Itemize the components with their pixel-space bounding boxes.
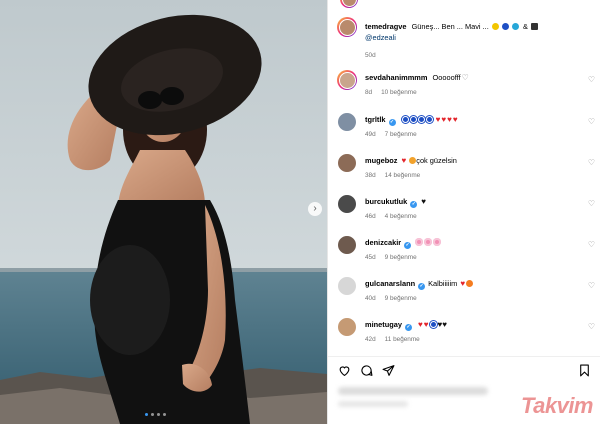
white-heart-emoji: ♡ — [461, 73, 469, 82]
red-heart-emoji: ♥ — [447, 115, 452, 124]
carousel-dots — [145, 413, 166, 416]
flower-emoji — [415, 238, 424, 246]
red-heart-emoji: ♥ — [460, 279, 466, 288]
heart-icon[interactable]: ♡ — [588, 282, 595, 290]
comment-likes[interactable]: 7 beğenme — [385, 131, 417, 138]
comment-username[interactable]: gulcanarslann — [365, 279, 415, 288]
comment-username[interactable]: minetugay — [365, 320, 402, 329]
caption-username[interactable]: temedragve — [365, 22, 407, 31]
action-bar: Takvim — [328, 356, 600, 424]
verified-icon: ✓ — [418, 283, 426, 290]
caption-mention[interactable]: @edzeali — [365, 33, 396, 42]
nazar-emoji — [409, 116, 417, 123]
bookmark-icon[interactable] — [578, 364, 591, 377]
sun-emoji — [491, 23, 499, 30]
comment-likes[interactable]: 9 beğenme — [385, 295, 417, 302]
red-heart-emoji: ♥ — [423, 320, 429, 329]
avatar[interactable] — [337, 276, 357, 296]
heart-icon[interactable]: ♡ — [588, 159, 595, 167]
comment-username[interactable]: sevdahanimmmm — [365, 73, 427, 82]
nazar-emoji — [417, 116, 425, 123]
avatar[interactable] — [337, 17, 357, 37]
black-heart-emoji: ♥ — [421, 197, 427, 206]
comment-age: 8d — [365, 89, 373, 96]
ampersand: & — [523, 22, 528, 31]
red-heart-emoji: ♥ — [435, 115, 441, 124]
post-photo[interactable]: › — [0, 0, 327, 424]
comment-username[interactable]: burcukutluk — [365, 197, 407, 206]
heart-icon[interactable]: ♡ — [588, 76, 595, 84]
carousel-dot — [163, 413, 166, 416]
caption-text: Güneş... Ben ... Mavi ... — [411, 22, 489, 31]
comments-panel: temedragve Güneş... Ben ... Mavi ... & @… — [327, 0, 600, 424]
nazar-emoji — [401, 116, 409, 123]
verified-icon: ✓ — [404, 242, 412, 249]
comment-text: Ooooofff — [432, 73, 461, 82]
comment-age: 42d — [365, 336, 376, 343]
gem-emoji — [511, 23, 519, 30]
black-heart-emoji: ♥♥ — [437, 320, 448, 329]
comment-likes[interactable]: 9 beğenme — [385, 254, 417, 261]
comment-age: 46d — [365, 213, 376, 220]
comment-likes[interactable]: 4 beğenme — [385, 213, 417, 220]
photo-image — [0, 0, 327, 424]
avatar[interactable] — [337, 194, 357, 214]
nazar-emoji — [425, 116, 433, 123]
avatar[interactable] — [340, 0, 358, 8]
comment-likes[interactable]: 11 beğenme — [385, 336, 420, 343]
carousel-dot — [145, 413, 148, 416]
red-heart-emoji: ♥ — [441, 115, 447, 124]
chevron-right-icon[interactable]: › — [308, 202, 322, 216]
avatar[interactable] — [337, 112, 357, 132]
avatar[interactable] — [337, 70, 357, 90]
flower-emoji — [424, 238, 433, 246]
fire-emoji — [466, 280, 474, 287]
camera-emoji — [531, 23, 539, 30]
red-heart-emoji: ♥ — [401, 156, 407, 165]
comment-text: Kalbiiiiim — [428, 279, 458, 288]
comment-username[interactable]: denizcakir — [365, 238, 401, 247]
verified-icon: ✓ — [404, 324, 412, 331]
watermark-logo: Takvim — [520, 393, 594, 418]
comment-username[interactable]: tgrltlk — [365, 115, 386, 124]
comment-likes[interactable]: 10 beğenme — [381, 89, 417, 96]
avatar[interactable] — [337, 235, 357, 255]
comment-username[interactable]: mugeboz — [365, 156, 397, 165]
likes-summary-blurred — [338, 387, 488, 395]
comment-text: çok güzelsin — [416, 156, 457, 165]
heart-icon[interactable]: ♡ — [588, 118, 595, 126]
share-icon[interactable] — [382, 364, 395, 377]
comment-age: 40d — [365, 295, 376, 302]
carousel-dot — [151, 413, 154, 416]
red-heart-emoji: ♥ — [418, 320, 423, 329]
red-heart-emoji: ♥ — [452, 115, 458, 124]
heart-icon[interactable] — [338, 364, 351, 377]
date-blurred — [338, 401, 408, 407]
avatar[interactable] — [337, 153, 357, 173]
comment-likes[interactable]: 14 beğenme — [385, 172, 421, 179]
heart-icon[interactable]: ♡ — [588, 200, 595, 208]
blue-heart-emoji — [501, 23, 509, 30]
comment-age: 38d — [365, 172, 376, 179]
verified-icon: ✓ — [388, 119, 396, 126]
avatar[interactable] — [337, 317, 357, 337]
flower-emoji — [433, 238, 442, 246]
nazar-emoji — [429, 321, 437, 328]
carousel-dot — [157, 413, 160, 416]
comment-age: 49d — [365, 131, 376, 138]
heart-icon[interactable]: ♡ — [588, 323, 595, 331]
heart-icon[interactable]: ♡ — [588, 241, 595, 249]
comment-age: 45d — [365, 254, 376, 261]
comment-icon[interactable] — [360, 364, 373, 377]
caption-age: 50d — [365, 52, 376, 59]
verified-icon: ✓ — [410, 201, 418, 208]
